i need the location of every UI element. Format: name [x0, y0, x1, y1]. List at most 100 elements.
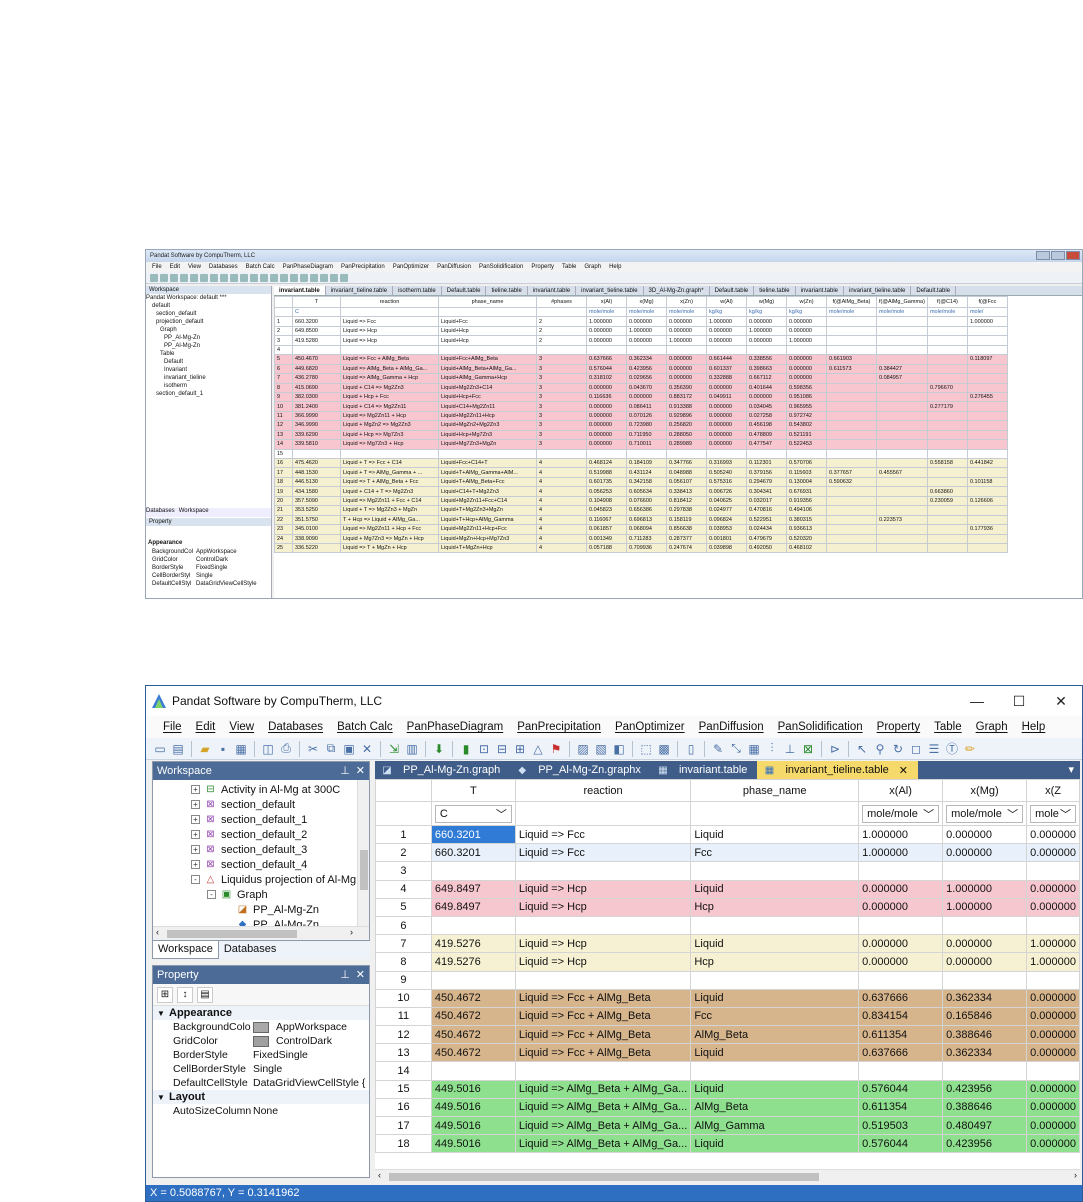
column-header[interactable]: x(Mg) [942, 779, 1028, 802]
scroll-right-icon[interactable]: › [1074, 1170, 1077, 1180]
row-number[interactable]: 13 [375, 1043, 432, 1063]
cell-x-al[interactable]: 0.611354 [858, 1097, 944, 1118]
cell-reaction[interactable] [514, 1061, 692, 1081]
cell-x-zn[interactable]: 0.000000 [1026, 897, 1080, 917]
small-menu-item[interactable]: PanOptimizer [393, 264, 429, 270]
expand-icon[interactable]: + [191, 845, 200, 854]
doc-tab-1[interactable]: ◆ PP_Al-Mg-Zn.graphx [510, 761, 651, 779]
cell-reaction[interactable]: Liquid => Fcc + AlMg_Beta [514, 1025, 692, 1045]
categorized-icon[interactable]: ⊞ [157, 986, 173, 1003]
doc-tab-2[interactable]: ▦ invariant.table [651, 761, 758, 779]
cell-reaction[interactable]: Liquid => Fcc + AlMg_Beta [514, 1006, 692, 1027]
property-row[interactable]: DefaultCellStyle DataGridViewCellStyle { [153, 1076, 369, 1090]
row-number[interactable]: 4 [375, 879, 432, 899]
cell-x-zn[interactable]: 0.000000 [1026, 1006, 1080, 1027]
cell-x-mg[interactable]: 0.388646 [942, 1025, 1028, 1045]
small-doc-tab[interactable]: invariant.table [528, 286, 577, 295]
menu-property[interactable]: Property [870, 721, 927, 733]
cell-x-zn[interactable]: 0.000000 [1026, 824, 1080, 845]
zoom-frame-icon[interactable]: ⬚ [638, 741, 654, 757]
cell-x-mg[interactable]: 0.362334 [942, 1043, 1028, 1063]
cell-x-mg[interactable]: 0.000000 [942, 824, 1028, 845]
cell-reaction[interactable]: Liquid => Hcp [514, 879, 692, 899]
row-number[interactable]: 10 [375, 988, 432, 1008]
cell-x-mg[interactable]: 0.000000 [942, 934, 1028, 954]
property-row[interactable]: CellBorderStyle Single [153, 1062, 369, 1076]
cell-x-al[interactable]: 0.576044 [858, 1079, 944, 1099]
row-number[interactable]: 12 [375, 1025, 432, 1045]
expand-icon[interactable]: + [191, 815, 200, 824]
small-doc-tab[interactable]: invariant_tieline.table [576, 286, 644, 295]
cell-x-mg[interactable]: 1.000000 [942, 879, 1028, 899]
cell-x-mg[interactable]: 0.423956 [942, 1079, 1028, 1099]
cell-T[interactable]: 449.5016 [430, 1079, 516, 1099]
expand-icon[interactable]: + [191, 785, 200, 794]
cell-T[interactable] [430, 915, 516, 936]
small-tree-item[interactable]: section_default_1 [146, 390, 271, 398]
cell-phase-name[interactable]: Liquid [690, 934, 860, 954]
tree-item[interactable]: + ⊠ section_default_1 [191, 812, 307, 827]
property-category-appearance[interactable]: ▼ Appearance [153, 1006, 369, 1020]
pointer-icon[interactable]: ↖ [854, 741, 870, 757]
collapse-arrow-icon[interactable]: ▼ [157, 1093, 169, 1102]
export-icon[interactable]: ▦ [746, 741, 762, 757]
small-tree-item[interactable]: Table [146, 350, 271, 358]
save-all-icon[interactable]: ▦ [233, 741, 249, 757]
cell-T[interactable]: 660.3201 [430, 843, 516, 863]
property-value[interactable]: AppWorkspace [253, 1021, 369, 1033]
small-doc-tab[interactable]: isotherm.table [393, 286, 442, 295]
cell-T[interactable]: 450.4672 [430, 1006, 516, 1027]
cell-x-mg[interactable]: 0.362334 [942, 988, 1028, 1008]
small-tree-item[interactable]: default [146, 302, 271, 310]
cell-reaction[interactable]: Liquid => Hcp [514, 897, 692, 917]
row-number[interactable]: 1 [375, 824, 432, 845]
small-tree-item[interactable]: PP_Al-Mg-Zn [146, 342, 271, 350]
measure-icon[interactable]: ⤡ [728, 741, 744, 757]
cell-phase-name[interactable]: Hcp [690, 952, 860, 972]
property-row[interactable]: AutoSizeColumn None [153, 1104, 369, 1118]
small-doc-tab[interactable]: tieline.table [754, 286, 796, 295]
row-number[interactable]: 14 [375, 1061, 432, 1081]
new-icon[interactable]: ▤ [170, 741, 186, 757]
pin-icon[interactable]: ⊥ [340, 968, 350, 981]
small-tree-item[interactable]: Invariant [146, 366, 271, 374]
small-tree-item[interactable]: isotherm [146, 382, 271, 390]
menu-databases[interactable]: Databases [261, 721, 330, 733]
zoom-fit-icon[interactable]: ▩ [656, 741, 672, 757]
tree-item[interactable]: + ⊠ section_default_4 [191, 857, 307, 872]
tree-horizontal-scrollbar[interactable]: ‹ › [153, 926, 369, 940]
menu-pansolidification[interactable]: PanSolidification [771, 721, 870, 733]
small-menu-item[interactable]: View [188, 264, 201, 270]
tree-vertical-scrollbar[interactable] [357, 780, 369, 926]
cell-x-zn[interactable] [1026, 970, 1080, 990]
cell-phase-name[interactable]: Fcc [690, 1006, 860, 1027]
cell-x-al[interactable] [858, 915, 944, 936]
cell-reaction[interactable]: Liquid => Fcc + AlMg_Beta [514, 988, 692, 1008]
tree-item[interactable]: + ⊠ section_default_2 [191, 827, 307, 842]
cell-x-al[interactable] [858, 970, 944, 990]
cell-x-mg[interactable]: 0.000000 [942, 952, 1028, 972]
tree-item[interactable]: ◪ PP_Al-Mg-Zn [223, 902, 319, 917]
bar-chart-icon[interactable]: ▮ [458, 741, 474, 757]
clip-icon[interactable]: ◧ [611, 741, 627, 757]
small-menu-item[interactable]: Property [531, 264, 554, 270]
small-tree-item[interactable]: Default [146, 358, 271, 366]
cell-reaction[interactable]: Liquid => Hcp [514, 934, 692, 954]
small-tree-item[interactable]: PP_Al-Mg-Zn [146, 334, 271, 342]
row-number[interactable]: 11 [375, 1006, 432, 1027]
row-number[interactable]: 17 [375, 1115, 432, 1136]
small-menu-item[interactable]: Batch Calc [246, 264, 275, 270]
cell-reaction[interactable]: Liquid => AlMg_Beta + AlMg_Ga... [514, 1079, 692, 1099]
tree-item[interactable]: ◆ PP_Al-Mg-Zn [223, 917, 319, 927]
tab-databases[interactable]: Databases [219, 941, 282, 959]
cell-x-zn[interactable]: 0.000000 [1026, 1115, 1080, 1136]
column-header[interactable]: phase_name [690, 779, 860, 802]
row-number[interactable]: 3 [375, 861, 432, 881]
collapse-arrow-icon[interactable]: ▼ [157, 1009, 169, 1018]
small-menu-item[interactable]: PanPrecipitation [341, 264, 385, 270]
collapse-icon[interactable]: - [191, 875, 200, 884]
small-doc-tab[interactable]: Default.table [911, 286, 957, 295]
cell-x-zn[interactable]: 0.000000 [1026, 988, 1080, 1008]
small-menu-item[interactable]: Databases [209, 264, 238, 270]
cell-x-zn[interactable]: 1.000000 [1026, 934, 1080, 954]
